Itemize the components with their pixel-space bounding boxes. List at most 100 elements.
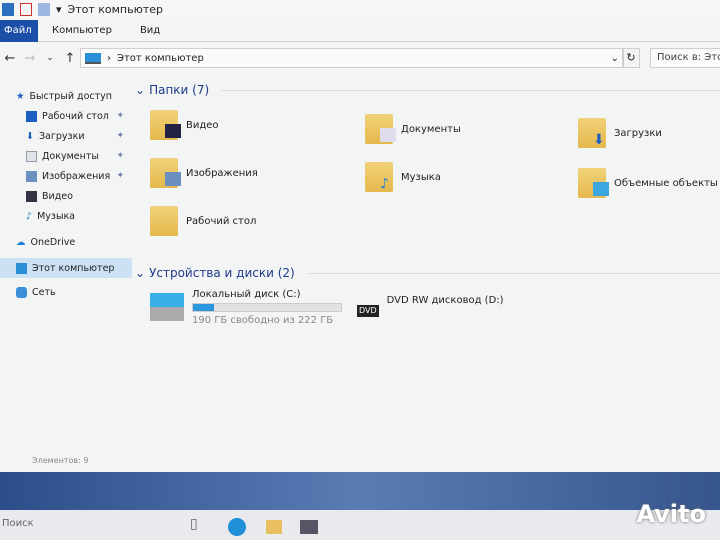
dvd-drive-icon: DVD bbox=[357, 305, 379, 317]
sidebar-item-label: OneDrive bbox=[30, 236, 76, 248]
chevron-right-icon: › bbox=[107, 52, 111, 64]
sidebar-item-desktop[interactable]: Рабочий стол ✦ bbox=[0, 106, 132, 126]
video-folder-icon bbox=[150, 110, 181, 140]
sidebar-item-label: Музыка bbox=[37, 210, 76, 222]
task-view-icon[interactable]: ▯ bbox=[190, 516, 198, 532]
sidebar-item-documents[interactable]: Документы ✦ bbox=[0, 146, 132, 166]
pictures-icon bbox=[26, 170, 37, 182]
hard-drive-icon bbox=[150, 293, 184, 321]
sidebar-item-label: Этот компьютер bbox=[32, 262, 115, 274]
drive-usage-bar bbox=[192, 303, 342, 312]
drive-free-space: 190 ГБ свободно из 222 ГБ bbox=[192, 315, 334, 326]
folder-pictures[interactable]: Изображения bbox=[150, 158, 258, 188]
chevron-down-icon[interactable]: ⌄ bbox=[611, 53, 619, 64]
explorer-window: ▾ Этот компьютер Файл Компьютер Вид ← → … bbox=[0, 0, 720, 472]
sidebar: ★ Быстрый доступ Рабочий стол ✦ ⬇ Загрузки ✦… bbox=[0, 86, 132, 302]
title-bar: ▾ Этот компьютер bbox=[0, 0, 720, 19]
folder-downloads[interactable]: ⬇ Загрузки bbox=[578, 118, 662, 148]
customize-toolbar-icon[interactable]: ▾ bbox=[56, 3, 62, 16]
mail-icon[interactable] bbox=[300, 520, 318, 534]
edge-icon[interactable] bbox=[228, 518, 246, 536]
computer-icon bbox=[2, 3, 14, 16]
sidebar-item-this-pc[interactable]: Этот компьютер bbox=[0, 258, 132, 278]
file-explorer-icon[interactable] bbox=[266, 520, 282, 534]
drive-c[interactable]: Локальный диск (C:) 190 ГБ свободно из 2… bbox=[150, 289, 342, 326]
folder-label: Рабочий стол bbox=[186, 215, 257, 227]
status-bar-count: Элементов: 9 bbox=[32, 456, 89, 465]
folders-grid: Видео Документы ⬇ Загрузки Изображения ♪ М… bbox=[135, 100, 720, 255]
documents-folder-icon bbox=[365, 114, 396, 144]
tab-view[interactable]: Вид bbox=[126, 20, 174, 42]
sidebar-item-videos[interactable]: Видео bbox=[0, 186, 132, 206]
sidebar-item-pictures[interactable]: Изображения ✦ bbox=[0, 166, 132, 186]
sidebar-item-label: Рабочий стол bbox=[42, 110, 109, 122]
pictures-folder-icon bbox=[150, 158, 181, 188]
sidebar-item-network[interactable]: Сеть bbox=[0, 282, 132, 302]
downloads-folder-icon: ⬇ bbox=[578, 118, 606, 148]
chevron-down-icon: ⌄ bbox=[135, 266, 146, 280]
folder-music[interactable]: ♪ Музыка bbox=[365, 162, 441, 192]
up-button[interactable]: ↑ bbox=[60, 51, 80, 66]
folder-label: Документы bbox=[401, 123, 461, 135]
tab-file[interactable]: Файл bbox=[0, 19, 38, 42]
drives-group-header[interactable]: ⌄ Устройства и диски (2) bbox=[135, 263, 720, 283]
video-icon bbox=[26, 190, 37, 202]
taskbar: Поиск ▯ bbox=[0, 510, 720, 540]
computer-icon bbox=[85, 52, 101, 64]
drives-list: Локальный диск (C:) 190 ГБ свободно из 2… bbox=[135, 283, 720, 333]
folders-group-header[interactable]: ⌄ Папки (7) bbox=[135, 80, 720, 100]
group-title: Устройства и диски (2) bbox=[149, 266, 295, 280]
drive-name: Локальный диск (C:) bbox=[192, 289, 301, 300]
new-folder-icon[interactable] bbox=[38, 3, 50, 16]
forward-button[interactable]: → bbox=[20, 51, 40, 66]
star-icon: ★ bbox=[16, 90, 25, 102]
folder-label: Загрузки bbox=[614, 127, 662, 139]
folder-label: Объемные объекты bbox=[614, 177, 718, 189]
folder-label: Музыка bbox=[401, 171, 441, 183]
group-title: Папки (7) bbox=[149, 83, 210, 97]
sidebar-item-onedrive[interactable]: ☁ OneDrive bbox=[0, 232, 132, 252]
sidebar-item-label: Быстрый доступ bbox=[29, 90, 113, 102]
pin-icon: ✦ bbox=[116, 131, 124, 141]
back-button[interactable]: ← bbox=[0, 51, 20, 66]
folder-videos[interactable]: Видео bbox=[150, 110, 219, 140]
document-icon bbox=[26, 150, 37, 162]
taskbar-search[interactable]: Поиск bbox=[2, 518, 34, 529]
music-icon: ♪ bbox=[26, 210, 33, 222]
ribbon-tabs: Файл Компьютер Вид bbox=[0, 19, 720, 42]
search-input[interactable]: Поиск в: Этот компьютер bbox=[650, 48, 720, 68]
desktop-icon bbox=[26, 110, 37, 122]
pin-icon: ✦ bbox=[116, 171, 124, 181]
sidebar-item-quick-access[interactable]: ★ Быстрый доступ bbox=[0, 86, 132, 106]
network-icon bbox=[16, 286, 27, 298]
download-icon: ⬇ bbox=[26, 130, 34, 142]
folder-3d-objects[interactable]: Объемные объекты bbox=[578, 168, 718, 198]
tab-computer[interactable]: Компьютер bbox=[38, 20, 126, 42]
sidebar-item-label: Видео bbox=[42, 190, 73, 202]
folder-label: Изображения bbox=[186, 167, 258, 179]
sidebar-item-music[interactable]: ♪ Музыка bbox=[0, 206, 132, 226]
pin-icon: ✦ bbox=[116, 151, 124, 161]
sidebar-item-label: Сеть bbox=[32, 286, 56, 298]
3d-objects-folder-icon bbox=[578, 168, 609, 198]
folder-documents[interactable]: Документы bbox=[365, 114, 461, 144]
desktop-wallpaper bbox=[0, 472, 720, 512]
sidebar-item-label: Загрузки bbox=[38, 130, 85, 142]
window-title: Этот компьютер bbox=[67, 3, 164, 16]
recent-locations-button[interactable]: ⌄ bbox=[40, 53, 60, 63]
sidebar-item-downloads[interactable]: ⬇ Загрузки ✦ bbox=[0, 126, 132, 146]
avito-watermark: Avito bbox=[636, 500, 706, 528]
cloud-icon: ☁ bbox=[16, 236, 26, 248]
sidebar-item-label: Документы bbox=[42, 150, 99, 162]
sidebar-item-label: Изображения bbox=[42, 170, 111, 182]
navigation-bar: ← → ⌄ ↑ › Этот компьютер ⌄ ↻ Поиск в: Эт… bbox=[0, 46, 720, 70]
refresh-button[interactable]: ↻ bbox=[622, 48, 640, 68]
folder-desktop[interactable]: Рабочий стол bbox=[150, 206, 256, 236]
properties-icon[interactable] bbox=[20, 3, 32, 16]
drive-d[interactable]: DVD DVD RW дисковод (D:) bbox=[357, 295, 504, 317]
chevron-down-icon: ⌄ bbox=[135, 83, 146, 97]
music-folder-icon: ♪ bbox=[365, 162, 393, 192]
pin-icon: ✦ bbox=[116, 111, 124, 121]
address-bar[interactable]: › Этот компьютер ⌄ bbox=[80, 48, 624, 68]
desktop-folder-icon bbox=[150, 206, 178, 236]
